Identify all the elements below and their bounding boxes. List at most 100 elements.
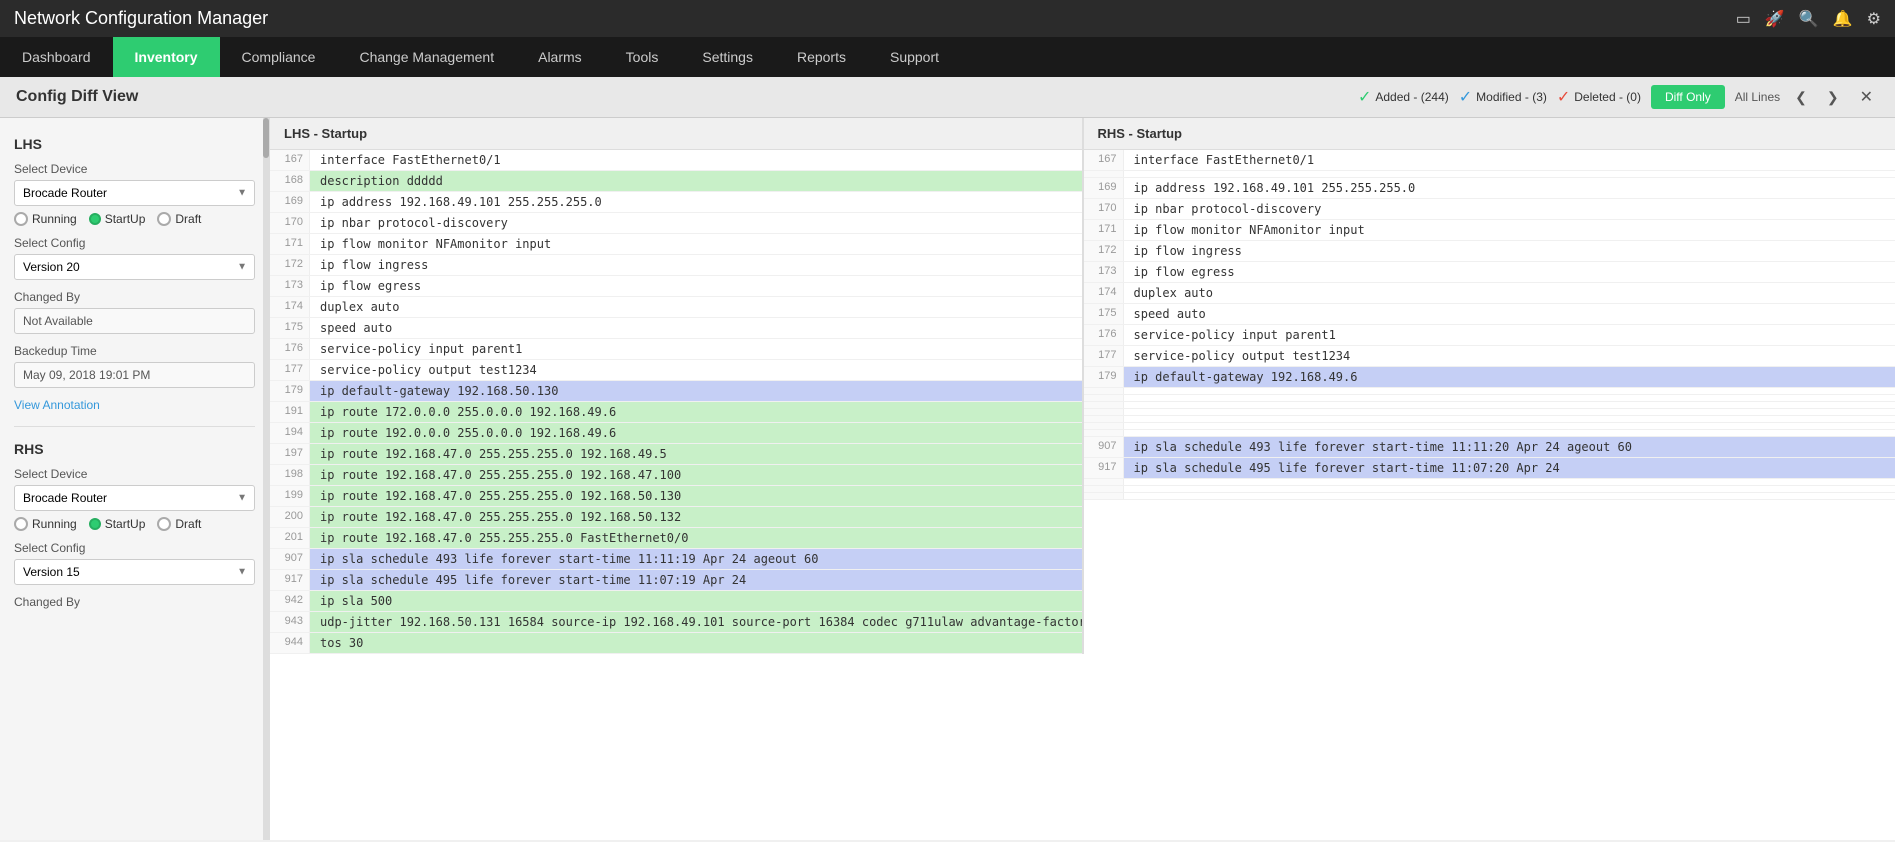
lhs-diff-row: 175speed auto [270, 318, 1082, 339]
line-number: 174 [1084, 283, 1124, 303]
line-number: 943 [270, 612, 310, 632]
lhs-draft-radio[interactable]: Draft [157, 212, 201, 226]
rhs-draft-radio[interactable]: Draft [157, 517, 201, 531]
line-number: 179 [270, 381, 310, 401]
main-content: LHS Select Device Brocade Router ▼ Runni… [0, 118, 1895, 840]
line-number: 167 [270, 150, 310, 170]
prev-diff-arrow[interactable]: ❮ [1790, 87, 1812, 108]
lhs-startup-radio[interactable]: StartUp [89, 212, 146, 226]
rhs-diff-row [1084, 409, 1895, 416]
all-lines-label: All Lines [1735, 90, 1780, 104]
bell-icon[interactable]: 🔔 [1833, 9, 1853, 29]
view-annotation-link[interactable]: View Annotation [14, 398, 255, 412]
rhs-device-select[interactable]: Brocade Router [14, 485, 255, 511]
rhs-diff-row: 173ip flow egress [1084, 262, 1895, 283]
line-number: 169 [1084, 178, 1124, 198]
rhs-changedby-label: Changed By [14, 595, 255, 609]
lhs-section-label: LHS [14, 136, 255, 152]
rhs-running-label: Running [32, 517, 77, 531]
rocket-icon[interactable]: 🚀 [1765, 9, 1785, 29]
line-number: 172 [270, 255, 310, 275]
lhs-line-content: ip sla 500 [310, 591, 1082, 611]
nav-alarms[interactable]: Alarms [516, 37, 604, 77]
rhs-diff-row: 917ip sla schedule 495 life forever star… [1084, 458, 1895, 479]
rhs-line-content: ip sla schedule 493 life forever start-t… [1124, 437, 1895, 457]
rhs-draft-radio-icon [157, 517, 171, 531]
lhs-changedby-field [14, 308, 255, 334]
lhs-line-content: ip route 192.168.47.0 255.255.255.0 192.… [310, 507, 1082, 527]
nav-change-management[interactable]: Change Management [337, 37, 516, 77]
rhs-diff-row: 174duplex auto [1084, 283, 1895, 304]
line-number: 170 [1084, 199, 1124, 219]
line-number: 175 [1084, 304, 1124, 324]
added-check-icon: ✓ [1358, 87, 1371, 107]
rhs-config-select[interactable]: Version 15 [14, 559, 255, 585]
nav-tools[interactable]: Tools [604, 37, 681, 77]
lhs-diff-row: 201ip route 192.168.47.0 255.255.255.0 F… [270, 528, 1082, 549]
line-number: 199 [270, 486, 310, 506]
scrollbar-thumb[interactable] [263, 118, 269, 158]
rhs-line-content: ip nbar protocol-discovery [1124, 199, 1895, 219]
rhs-diff-rows: 167interface FastEthernet0/1169ip addres… [1084, 150, 1895, 500]
added-badge: ✓ Added - (244) [1358, 87, 1449, 107]
nav-support[interactable]: Support [868, 37, 961, 77]
line-number: 917 [1084, 458, 1124, 478]
lhs-device-select[interactable]: Brocade Router [14, 180, 255, 206]
rhs-line-content: ip flow ingress [1124, 241, 1895, 261]
rhs-section-label: RHS [14, 441, 255, 457]
lhs-changedby-label: Changed By [14, 290, 255, 304]
rhs-diff-row: 177service-policy output test1234 [1084, 346, 1895, 367]
diff-panel[interactable]: LHS - Startup 167interface FastEthernet0… [270, 118, 1895, 840]
lhs-draft-radio-icon [157, 212, 171, 226]
rhs-startup-radio[interactable]: StartUp [89, 517, 146, 531]
nav-compliance[interactable]: Compliance [220, 37, 338, 77]
rhs-running-radio[interactable]: Running [14, 517, 77, 531]
line-number: 201 [270, 528, 310, 548]
line-number: 907 [1084, 437, 1124, 457]
header-controls: ✓ Added - (244) ✓ Modified - (3) ✓ Delet… [1358, 85, 1879, 109]
next-diff-arrow[interactable]: ❯ [1822, 87, 1844, 108]
rhs-diff-row: 179ip default-gateway 192.168.49.6 [1084, 367, 1895, 388]
close-button[interactable]: ✕ [1854, 85, 1879, 109]
rhs-diff-row: 907ip sla schedule 493 life forever star… [1084, 437, 1895, 458]
line-number: 917 [270, 570, 310, 590]
deleted-badge: ✓ Deleted - (0) [1557, 87, 1641, 107]
line-number: 173 [1084, 262, 1124, 282]
lhs-diff-row: 171ip flow monitor NFAmonitor input [270, 234, 1082, 255]
nav-settings[interactable]: Settings [680, 37, 775, 77]
lhs-config-wrapper: Version 20 ▼ [14, 254, 255, 280]
rhs-diff-row: 175speed auto [1084, 304, 1895, 325]
rhs-diff-row [1084, 423, 1895, 430]
rhs-line-content: ip sla schedule 495 life forever start-t… [1124, 458, 1895, 478]
rhs-line-content [1124, 486, 1895, 492]
rhs-startup-label: StartUp [105, 517, 146, 531]
lhs-line-content: ip flow monitor NFAmonitor input [310, 234, 1082, 254]
rhs-line-content [1124, 430, 1895, 436]
gear-icon[interactable]: ⚙ [1867, 9, 1881, 29]
lhs-line-content: service-policy output test1234 [310, 360, 1082, 380]
nav-dashboard[interactable]: Dashboard [0, 37, 113, 77]
lhs-running-radio[interactable]: Running [14, 212, 77, 226]
search-icon[interactable]: 🔍 [1799, 9, 1819, 29]
rhs-line-content [1124, 423, 1895, 429]
scrollbar[interactable] [263, 118, 269, 840]
line-number: 168 [270, 171, 310, 191]
diff-only-button[interactable]: Diff Only [1651, 85, 1725, 109]
lhs-config-select[interactable]: Version 20 [14, 254, 255, 280]
rhs-diff-row: 171ip flow monitor NFAmonitor input [1084, 220, 1895, 241]
lhs-running-label: Running [32, 212, 77, 226]
nav-reports[interactable]: Reports [775, 37, 868, 77]
rhs-line-content [1124, 479, 1895, 485]
lhs-diff-row: 174duplex auto [270, 297, 1082, 318]
nav-inventory[interactable]: Inventory [113, 37, 220, 77]
diff-grid: LHS - Startup 167interface FastEthernet0… [270, 118, 1895, 654]
lhs-device-label: Select Device [14, 162, 255, 176]
line-number: 200 [270, 507, 310, 527]
line-number: 172 [1084, 241, 1124, 261]
monitor-icon[interactable]: ▭ [1736, 9, 1751, 29]
lhs-line-content: duplex auto [310, 297, 1082, 317]
rhs-startup-radio-icon [89, 518, 101, 530]
modified-badge: ✓ Modified - (3) [1459, 87, 1547, 107]
modified-label: Modified - (3) [1476, 90, 1547, 104]
line-number: 197 [270, 444, 310, 464]
